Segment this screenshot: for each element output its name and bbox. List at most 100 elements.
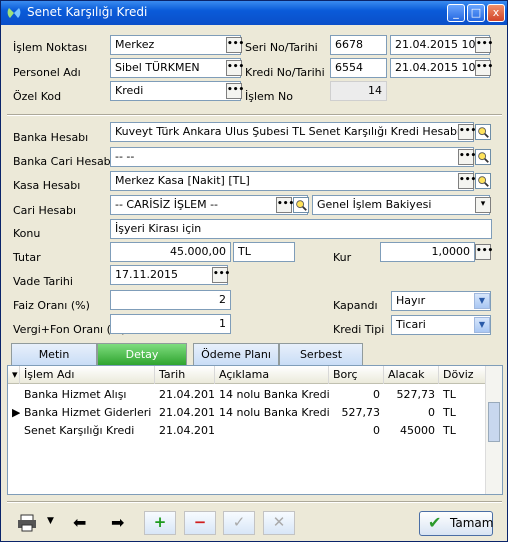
islem-noktasi-field[interactable]: Merkez [110, 35, 241, 55]
cell-islem-adi: Senet Karşılığı Kredi [24, 424, 135, 437]
banka-hesabi-field[interactable]: Kuveyt Türk Ankara Ulus Şubesi TL Senet … [110, 122, 474, 142]
delete-row-button[interactable]: − [184, 511, 216, 535]
seri-label: Seri No/Tarihi [245, 41, 318, 54]
cell-alacak: 0 [428, 406, 435, 419]
col-alacak[interactable]: Alacak [384, 366, 439, 384]
grid-vertical-scrollbar[interactable] [485, 366, 502, 494]
kasa-search-icon[interactable] [475, 173, 491, 189]
plus-icon: + [153, 513, 167, 531]
cancel-row-button[interactable]: ✕ [263, 511, 295, 535]
tutar-currency-field[interactable]: TL [233, 242, 295, 262]
kur-label: Kur [333, 251, 352, 264]
konu-field[interactable]: İşyeri Kirası için [110, 219, 492, 239]
cell-alacak: 527,73 [396, 388, 436, 401]
previous-icon[interactable]: ⬅ [73, 513, 86, 532]
table-row[interactable]: Senet Karşılığı Kredi 21.04.2015 0 45000… [8, 422, 478, 440]
faiz-label: Faiz Oranı (%) [13, 299, 90, 312]
close-button[interactable]: x [487, 4, 505, 22]
kur-lookup-button[interactable]: ••• [475, 244, 493, 260]
kur-field[interactable]: 1,0000 [380, 242, 475, 262]
kasa-label: Kasa Hesabı [13, 179, 81, 192]
grid-header: ▾ İşlem Adı Tarih Açıklama Borç Alacak D… [8, 366, 486, 384]
personel-label: Personel Adı [13, 66, 81, 79]
cari-bakiye-dropdown-icon[interactable]: ▾ [475, 197, 491, 213]
cari-lookup-button[interactable]: ••• [276, 197, 294, 213]
personel-lookup-button[interactable]: ••• [226, 60, 244, 76]
next-icon[interactable]: ➡ [111, 513, 124, 532]
cross-icon: ✕ [272, 513, 286, 531]
table-row[interactable]: Banka Hizmet Alışı 21.04.2015 14 nolu Ba… [8, 386, 478, 404]
ozel-kod-lookup-button[interactable]: ••• [226, 83, 244, 99]
col-aciklama[interactable]: Açıklama [215, 366, 329, 384]
vergi-label: Vergi+Fon Oranı (%) [13, 323, 126, 336]
cell-tarih: 21.04.2015 [159, 424, 215, 437]
kasa-lookup-button[interactable]: ••• [458, 173, 476, 189]
seri-tarih-button[interactable]: ••• [475, 37, 493, 53]
cell-tarih: 21.04.2015 [159, 388, 215, 401]
tamam-label: Tamam [450, 516, 494, 530]
check-icon: ✓ [232, 513, 246, 531]
window-title: Senet Karşılığı Kredi [27, 5, 148, 19]
konu-label: Konu [13, 227, 41, 240]
kredi-label: Kredi No/Tarihi [245, 66, 325, 79]
kapandi-label: Kapandı [333, 299, 378, 312]
faiz-field[interactable]: 2 [110, 290, 231, 310]
kredi-tipi-dropdown-icon[interactable]: ▼ [474, 317, 490, 333]
table-row[interactable]: ▶ Banka Hizmet Giderleri 21.04.2015 14 n… [8, 404, 478, 422]
banka-cari-search-icon[interactable] [475, 149, 491, 165]
kapandi-dropdown-icon[interactable]: ▼ [474, 293, 490, 309]
personel-field[interactable]: Sibel TÜRKMEN [110, 58, 241, 78]
col-islem-adi[interactable]: İşlem Adı [20, 366, 155, 384]
cell-doviz: TL [443, 406, 456, 419]
islem-noktasi-lookup-button[interactable]: ••• [226, 37, 244, 53]
maximize-button[interactable]: □ [467, 4, 485, 22]
cell-doviz: TL [443, 388, 456, 401]
vade-field[interactable]: 17.11.2015 [110, 265, 228, 285]
grid-header-indicator: ▾ [8, 366, 20, 384]
detail-grid: ▾ İşlem Adı Tarih Açıklama Borç Alacak D… [7, 365, 503, 495]
banka-hesabi-lookup-button[interactable]: ••• [458, 124, 476, 140]
kredi-tipi-label: Kredi Tipi [333, 323, 385, 336]
scrollbar-thumb[interactable] [488, 402, 500, 442]
col-doviz[interactable]: Döviz [439, 366, 486, 384]
kredi-tarih-button[interactable]: ••• [475, 60, 493, 76]
minimize-button[interactable]: _ [447, 4, 465, 22]
cari-search-icon[interactable] [293, 197, 309, 213]
divider [7, 114, 502, 116]
ozel-kod-field[interactable]: Kredi [110, 81, 241, 101]
current-row-indicator-icon: ▶ [12, 406, 20, 419]
print-icon[interactable] [17, 514, 37, 532]
cari-label: Cari Hesabı [13, 204, 77, 217]
col-borc[interactable]: Borç [329, 366, 384, 384]
islem-no-field: 14 [330, 81, 387, 101]
cari-bakiye-select[interactable]: Genel İşlem Bakiyesi [312, 195, 490, 215]
confirm-row-button[interactable]: ✓ [223, 511, 255, 535]
checkmark-icon: ✔ [428, 513, 442, 532]
tab-metin[interactable]: Metin [11, 343, 97, 365]
banka-cari-field[interactable]: -- -- [110, 147, 474, 167]
banka-cari-lookup-button[interactable]: ••• [458, 149, 476, 165]
cell-islem-adi: Banka Hizmet Giderleri [24, 406, 152, 419]
cell-alacak: 45000 [400, 424, 435, 437]
add-row-button[interactable]: + [144, 511, 176, 535]
cell-doviz: TL [443, 424, 456, 437]
tutar-field[interactable]: 45.000,00 [110, 242, 231, 262]
banka-hesabi-search-icon[interactable] [475, 124, 491, 140]
print-dropdown-icon[interactable]: ▼ [47, 516, 54, 526]
vade-date-button[interactable]: ••• [212, 267, 230, 283]
tamam-button[interactable]: ✔ Tamam [419, 511, 493, 536]
vergi-field[interactable]: 1 [110, 314, 231, 334]
kredi-no-field[interactable]: 6554 [330, 58, 387, 78]
seri-no-field[interactable]: 6678 [330, 35, 387, 55]
tab-serbest-alanlar[interactable]: Serbest Alanlar [279, 343, 363, 382]
cell-aciklama [215, 422, 329, 440]
banka-cari-label: Banka Cari Hesabı [13, 155, 114, 168]
minus-icon: − [193, 513, 207, 531]
islem-no-label: İşlem No [245, 90, 293, 103]
cell-borc: 527,73 [341, 406, 381, 419]
kasa-field[interactable]: Merkez Kasa [Nakit] [TL] [110, 171, 474, 191]
tutar-label: Tutar [13, 251, 41, 264]
tab-detay[interactable]: Detay [97, 343, 187, 365]
tab-odeme-plani[interactable]: Ödeme Planı [193, 343, 279, 365]
col-tarih[interactable]: Tarih [155, 366, 215, 384]
